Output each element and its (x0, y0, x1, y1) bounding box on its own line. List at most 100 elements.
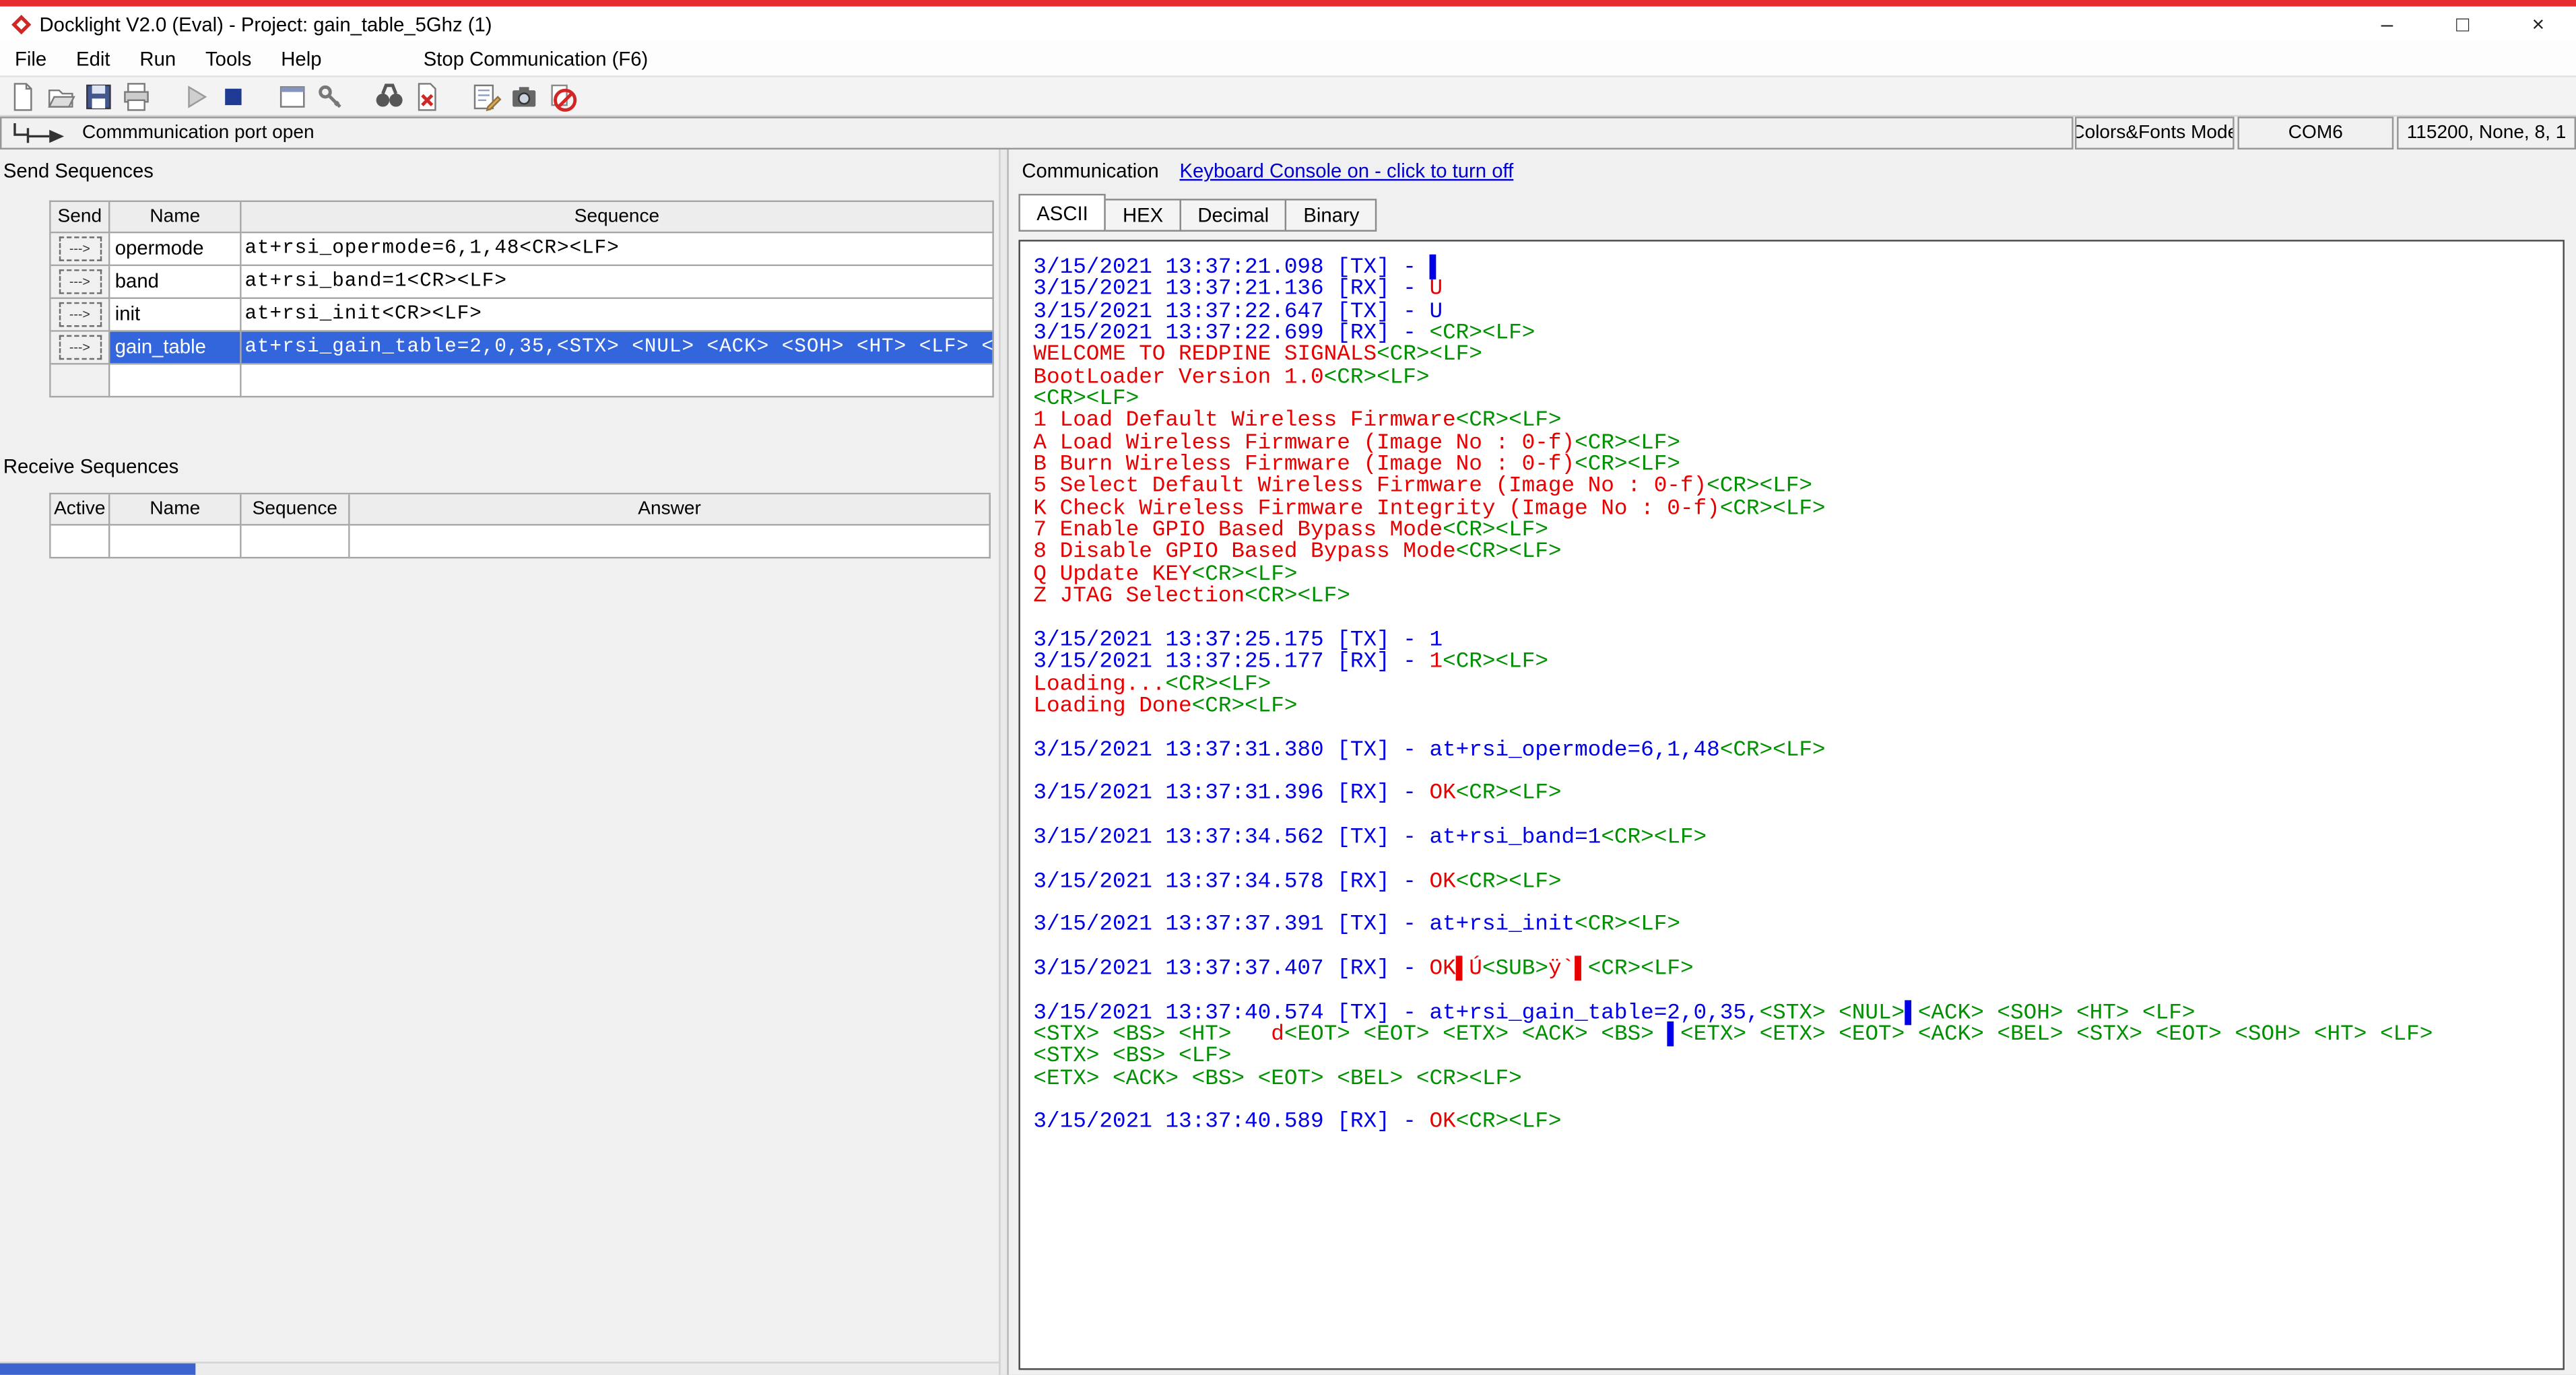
save-project-icon[interactable] (79, 79, 117, 113)
window-controls: – □ × (2349, 7, 2576, 41)
tab-hex[interactable]: HEX (1104, 199, 1181, 232)
column-header: Name (110, 202, 241, 233)
open-project-icon[interactable] (41, 79, 79, 113)
menu-run[interactable]: Run (125, 47, 191, 70)
panel-splitter[interactable] (999, 149, 1009, 1375)
terminal-line (1033, 762, 2550, 784)
terminal-line (1033, 806, 2550, 828)
terminal-line: B Burn Wireless Firmware (Image No : 0-f… (1033, 455, 2550, 477)
terminal-line (1033, 609, 2550, 631)
menu-help[interactable]: Help (266, 47, 336, 70)
terminal-line: 3/15/2021 13:37:21.098 [TX] - ▌ (1033, 258, 2550, 280)
column-header: Name (110, 494, 241, 525)
port-status-text: Commmunication port open (82, 123, 315, 143)
terminal-line: WELCOME TO REDPINE SIGNALS<CR><LF> (1033, 345, 2550, 368)
close-button[interactable]: × (2501, 7, 2576, 41)
terminal-line: 8 Disable GPIO Based Bypass Mode<CR><LF> (1033, 543, 2550, 565)
sequence-name-cell[interactable] (110, 365, 241, 398)
sequences-panel: Send Sequences SendNameSequence--->operm… (0, 149, 999, 1375)
terminal-line: <CR><LF> (1033, 389, 2550, 411)
receive-sequences-label: Receive Sequences (3, 455, 178, 478)
tab-ascii[interactable]: ASCII (1018, 194, 1106, 232)
terminal-line: 3/15/2021 13:37:37.391 [TX] - at+rsi_ini… (1033, 916, 2550, 938)
maximize-button[interactable]: □ (2425, 7, 2501, 41)
stop-communication-icon[interactable] (213, 79, 251, 113)
receive-cell[interactable] (242, 526, 350, 559)
new-file-icon[interactable] (3, 79, 41, 113)
sequence-value-cell[interactable] (242, 365, 994, 398)
menu-bar: FileEditRunToolsHelp Stop Communication (… (0, 41, 2576, 75)
minimize-button[interactable]: – (2349, 7, 2424, 41)
horizontal-scrollbar[interactable] (0, 1362, 999, 1375)
terminal-line: 3/15/2021 13:37:40.589 [RX] - OK<CR><LF> (1033, 1112, 2550, 1135)
terminal-line: <STX> <BS> <LF> (1033, 1047, 2550, 1069)
tab-binary[interactable]: Binary (1286, 199, 1378, 232)
communication-label: Communication (1022, 160, 1158, 182)
send-sequence-button[interactable]: ---> (59, 236, 101, 261)
terminal-line: 7 Enable GPIO Based Bypass Mode<CR><LF> (1033, 521, 2550, 543)
terminal-line: 3/15/2021 13:37:25.177 [RX] - 1<CR><LF> (1033, 652, 2550, 675)
send-sequence-button[interactable]: ---> (59, 269, 101, 294)
sequence-value-cell[interactable]: at+rsi_init<CR><LF> (242, 299, 994, 332)
send-button-cell: ---> (51, 266, 110, 299)
sequence-name-cell[interactable]: gain_table (110, 332, 241, 365)
menu-edit[interactable]: Edit (61, 47, 125, 70)
options-icon[interactable] (310, 79, 348, 113)
toolbar-group (176, 79, 251, 113)
toolbar-group (273, 79, 348, 113)
communication-tabs: ASCIIHEXDecimalBinary (1018, 194, 1375, 232)
receive-cell[interactable] (51, 526, 110, 559)
send-button-cell: ---> (51, 299, 110, 332)
send-sequence-row: ---> bandat+rsi_band=1<CR><LF> (51, 266, 994, 299)
keyboard-console-link[interactable]: Keyboard Console on - click to turn off (1179, 160, 1513, 182)
sequence-name-cell[interactable]: band (110, 266, 241, 299)
terminal-output[interactable]: 3/15/2021 13:37:21.098 [TX] - ▌ 3/15/2021… (1018, 240, 2564, 1370)
terminal-line (1033, 718, 2550, 741)
scrollbar-thumb[interactable] (0, 1364, 195, 1375)
column-header: Active (51, 494, 110, 525)
status-com-port[interactable]: COM6 (2237, 116, 2393, 149)
sequence-value-cell[interactable]: at+rsi_gain_table=2,0,35,<STX> <NUL> <AC… (242, 332, 994, 365)
main-area: Send Sequences SendNameSequence--->operm… (0, 149, 2576, 1375)
receive-cell[interactable] (350, 526, 991, 559)
find-icon[interactable] (370, 79, 407, 113)
send-sequence-row: ---> gain_tableat+rsi_gain_table=2,0,35,<… (51, 332, 994, 365)
terminal-line: 1 Load Default Wireless Firmware<CR><LF> (1033, 411, 2550, 434)
toolbar-group (3, 79, 154, 113)
stop-logging-icon[interactable] (542, 79, 580, 113)
send-button-cell: ---> (51, 233, 110, 266)
menu-stop-communication[interactable]: Stop Communication (F6) (409, 47, 663, 70)
tab-decimal[interactable]: Decimal (1180, 199, 1287, 232)
port-open-icon (10, 121, 69, 145)
menu-file[interactable]: File (0, 47, 61, 70)
terminal-line (1033, 1091, 2550, 1113)
terminal-line: 3/15/2021 13:37:37.407 [RX] - OK▌Ú<SUB>ÿ… (1033, 960, 2550, 982)
receive-cell[interactable] (110, 526, 241, 559)
receive-sequence-row (51, 526, 991, 559)
column-header: Sequence (242, 494, 350, 525)
sequence-name-cell[interactable]: opermode (110, 233, 241, 266)
status-colors-fonts-mode[interactable]: Colors&Fonts Mode (2075, 116, 2235, 149)
start-communication-icon[interactable] (176, 79, 213, 113)
column-header: Sequence (242, 202, 994, 233)
terminal-line: 5 Select Default Wireless Firmware (Imag… (1033, 477, 2550, 499)
clear-communication-icon[interactable] (407, 79, 445, 113)
terminal-line: Loading Done<CR><LF> (1033, 696, 2550, 718)
send-sequence-button[interactable]: ---> (59, 335, 101, 360)
terminal-line: 3/15/2021 13:37:31.396 [RX] - OK<CR><LF> (1033, 784, 2550, 806)
column-header: Send (51, 202, 110, 233)
snapshot-icon[interactable] (504, 79, 542, 113)
status-port-settings[interactable]: 115200, None, 8, 1 (2397, 116, 2576, 149)
project-settings-icon[interactable] (273, 79, 310, 113)
terminal-line: 3/15/2021 13:37:34.562 [TX] - at+rsi_ban… (1033, 828, 2550, 850)
toolbar-group (370, 79, 445, 113)
terminal-line: 3/15/2021 13:37:40.574 [TX] - at+rsi_gai… (1033, 1003, 2550, 1026)
edit-sequence-icon[interactable] (467, 79, 504, 113)
print-icon[interactable] (117, 79, 154, 113)
sequence-value-cell[interactable]: at+rsi_band=1<CR><LF> (242, 266, 994, 299)
send-sequence-button[interactable]: ---> (59, 302, 101, 327)
menu-tools[interactable]: Tools (191, 47, 266, 70)
sequence-name-cell[interactable]: init (110, 299, 241, 332)
sequence-value-cell[interactable]: at+rsi_opermode=6,1,48<CR><LF> (242, 233, 994, 266)
send-button-cell: ---> (51, 332, 110, 365)
